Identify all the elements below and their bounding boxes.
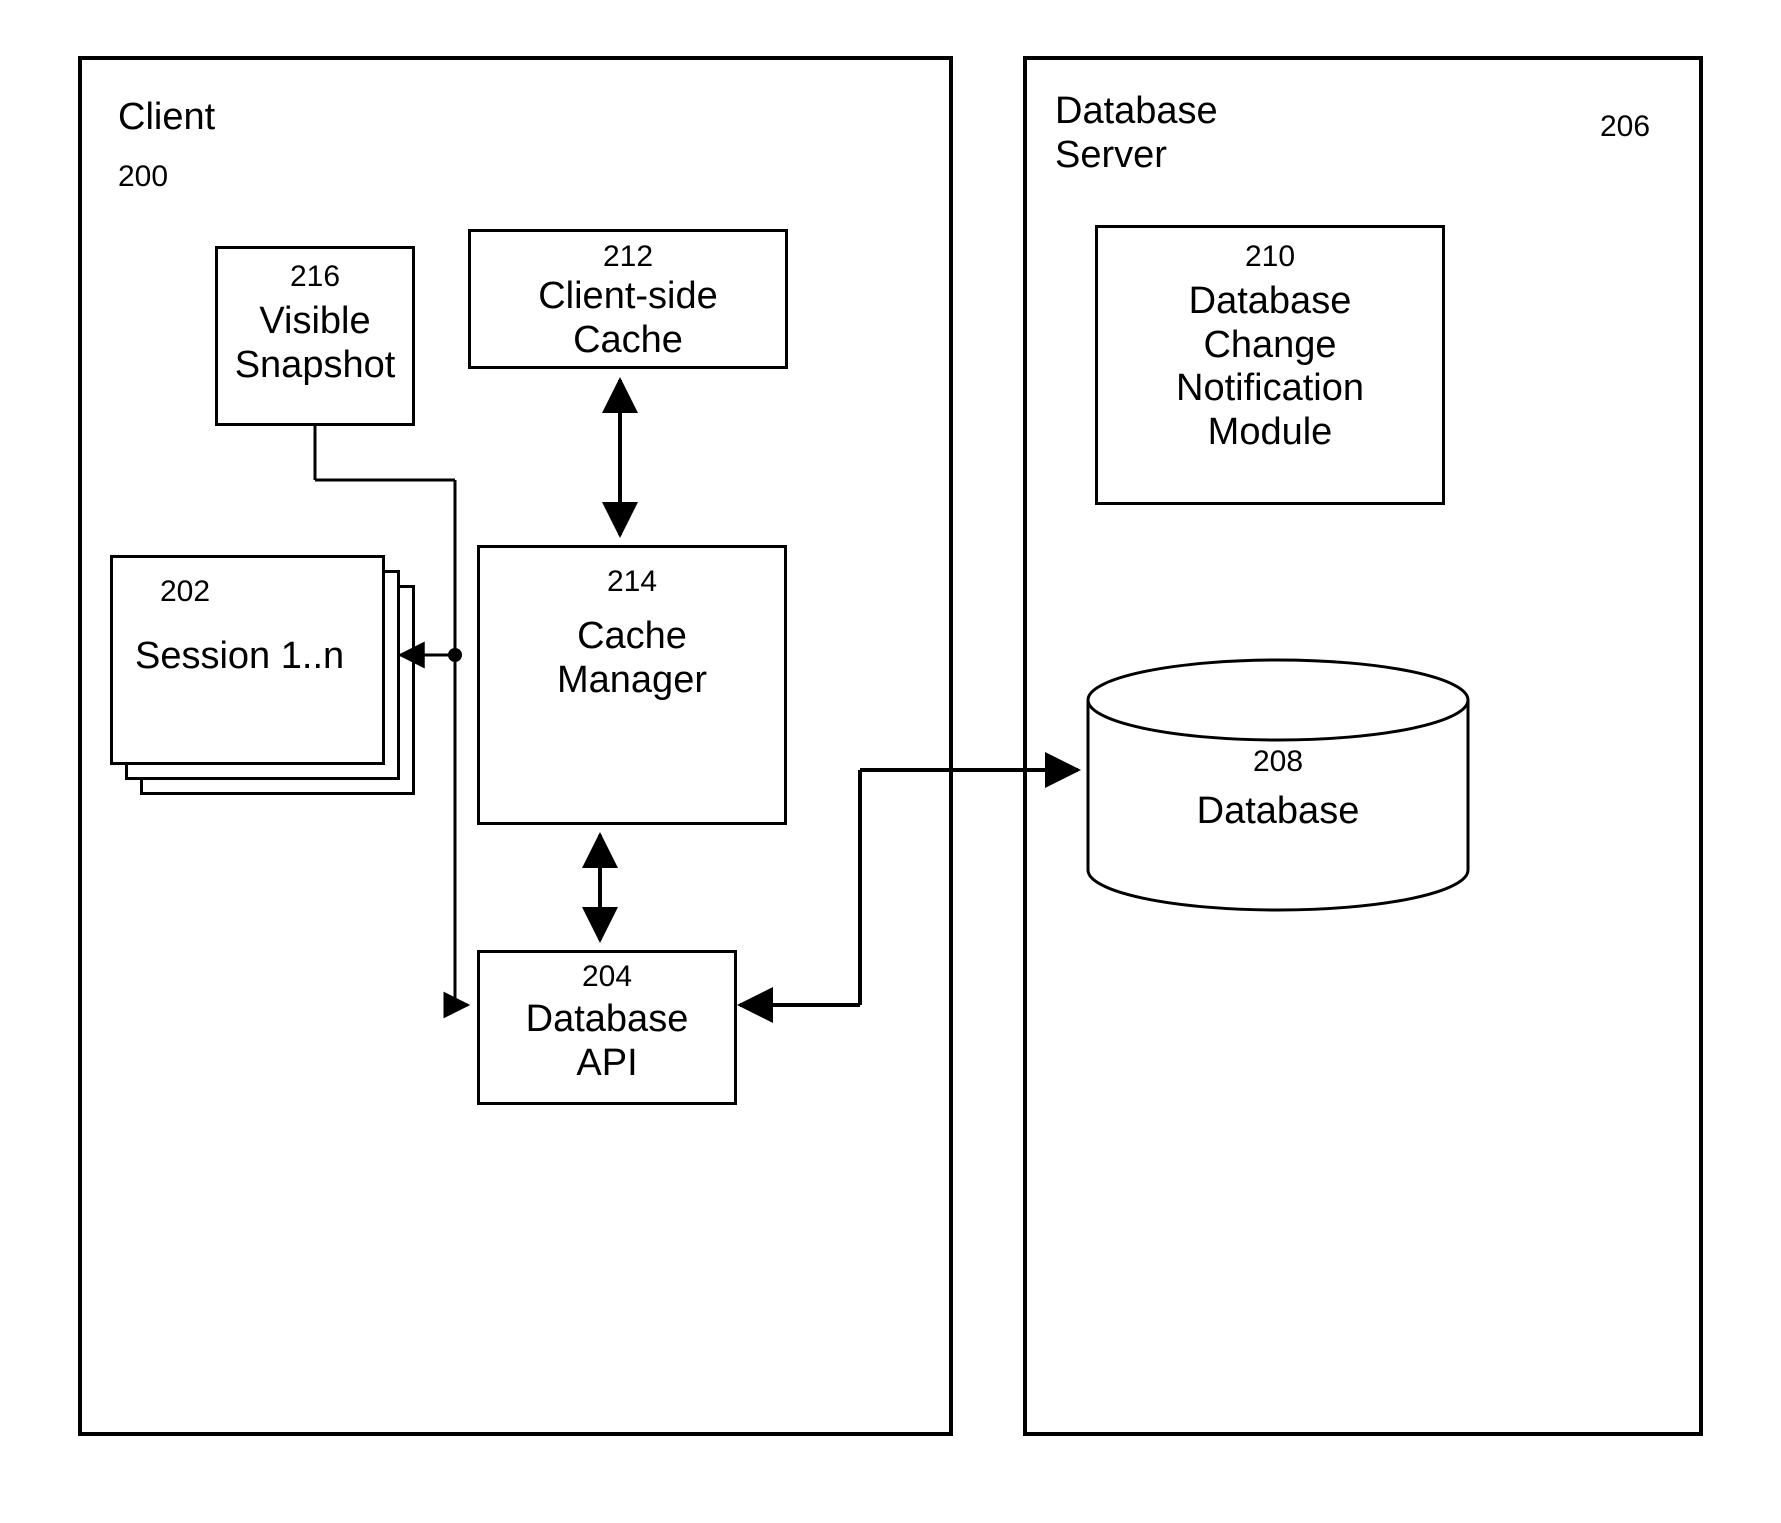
visible-snapshot-label: Visible Snapshot [215,300,415,387]
session-id: 202 [160,575,210,609]
visible-snapshot-id: 216 [215,260,415,294]
db-api-label: Database API [477,998,737,1085]
client-id: 200 [118,160,168,194]
client-cache-label: Client-side Cache [468,275,788,362]
server-id: 206 [1600,110,1650,144]
cache-manager-label: Cache Manager [477,615,787,702]
client-cache-id: 212 [468,240,788,274]
database-label: Database [1088,790,1468,833]
server-title: Database Server [1055,90,1218,177]
diagram-canvas: Client 200 Database Server 206 216 Visib… [0,0,1781,1523]
client-title: Client [118,96,215,139]
notif-module-label: Database Change Notification Module [1095,280,1445,455]
notif-module-id: 210 [1095,240,1445,274]
session-label: Session 1..n [135,635,344,678]
cache-manager-id: 214 [477,565,787,599]
database-id: 208 [1088,745,1468,779]
db-api-id: 204 [477,960,737,994]
